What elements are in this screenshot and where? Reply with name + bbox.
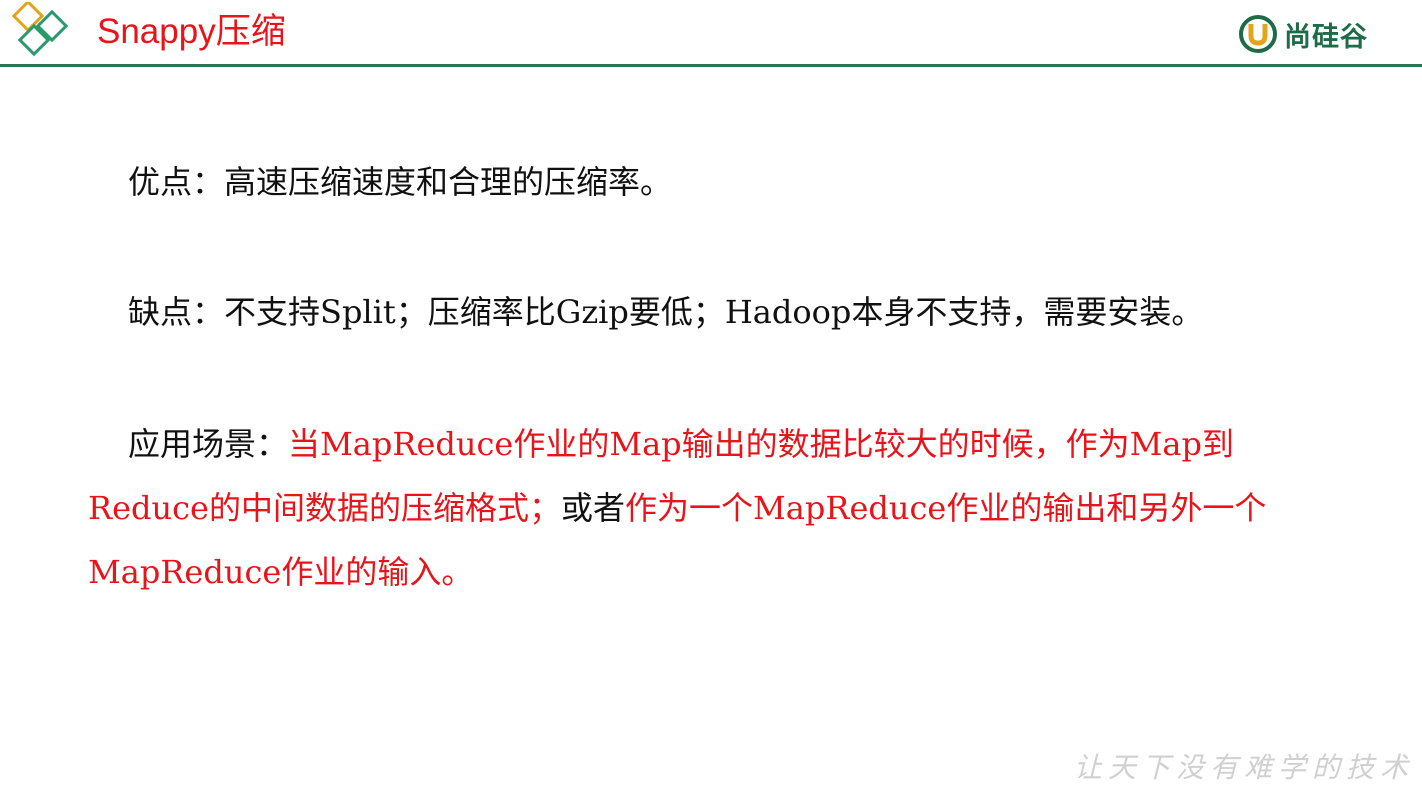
cons-text: 不支持Split；压缩率比Gzip要低；Hadoop本身不支持，需要安装。 [224,293,1204,331]
usage-paragraph: 应用场景：当MapReduce作业的Map输出的数据比较大的时候，作为Map到R… [88,412,1318,604]
usage-or: 或者 [561,489,626,527]
cons-paragraph: 缺点：不支持Split；压缩率比Gzip要低；Hadoop本身不支持，需要安装。 [128,280,1318,344]
footer-slogan: 让天下没有难学的技术 [1074,751,1415,784]
slide-header: Snappy压缩 尚硅谷 [0,0,1422,67]
diamond-logo-icon [11,2,69,57]
usage-label: 应用场景： [128,425,289,463]
pros-paragraph: 优点：高速压缩速度和合理的压缩率。 [128,150,1318,214]
header-divider [0,64,1422,67]
pros-text: 高速压缩速度和合理的压缩率。 [224,163,673,201]
brand: 尚硅谷 [1238,14,1368,54]
cons-label: 缺点： [128,293,225,331]
slide-title: Snappy压缩 [97,12,286,51]
pros-label: 优点： [128,163,225,201]
brand-name: 尚硅谷 [1284,21,1368,53]
shangguigu-logo-icon [1239,15,1277,53]
